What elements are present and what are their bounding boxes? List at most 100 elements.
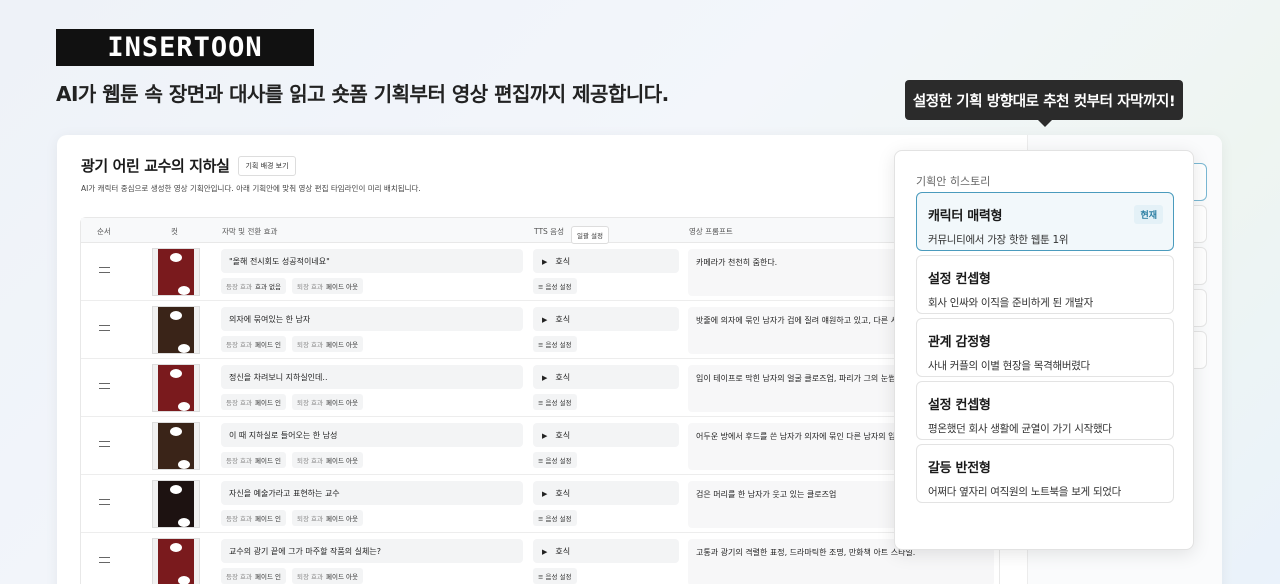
- play-icon[interactable]: ▶: [542, 258, 547, 266]
- tagline: AI가 웹툰 속 장면과 대사를 읽고 숏폼 기획부터 영상 편집까지 제공합니…: [56, 82, 669, 106]
- enter-effect-select[interactable]: 등장 효과 페이드 인: [221, 568, 286, 584]
- enter-effect-label: 등장 효과: [226, 341, 252, 349]
- webtoon-panel-image: [158, 539, 194, 584]
- subtitle-input[interactable]: 이 때 지하실로 들어오는 한 남성: [221, 423, 523, 447]
- cut-thumbnail[interactable]: [152, 422, 200, 470]
- table-row: "올해 전시회도 성공적이네요" 등장 효과 효과 없음 퇴장 효과 페이드 아웃 ▶ 호식…: [81, 243, 999, 301]
- cut-thumbnail[interactable]: [152, 306, 200, 354]
- voice-setting-button[interactable]: ≡ 음성 설정: [533, 278, 577, 294]
- history-item-name: 설정 컨셉형: [928, 272, 991, 287]
- voice-setting-label: 음성 설정: [545, 573, 572, 581]
- table-row: 자신을 예술가라고 표현하는 교수등장 효과 페이드 인 퇴장 효과 페이드 아웃 ▶ 호…: [81, 475, 999, 533]
- tts-player[interactable]: ▶ 호식: [533, 307, 679, 331]
- tts-player[interactable]: ▶ 호식: [533, 365, 679, 389]
- cut-thumbnail[interactable]: [152, 248, 200, 296]
- voice-setting-button[interactable]: ≡ 음성 설정: [533, 568, 577, 584]
- webtoon-panel-image: [158, 423, 194, 469]
- project-title-row: 광기 어린 교수의 지하실 기획 배경 보기: [81, 155, 296, 176]
- enter-effect-value: 페이드 인: [255, 399, 281, 407]
- exit-effect-value: 페이드 아웃: [326, 573, 358, 581]
- header-subtitle: 자막 및 전환 효과: [222, 227, 278, 236]
- voice-setting-button[interactable]: ≡ 음성 설정: [533, 336, 577, 352]
- subtitle-input[interactable]: 교수의 광기 끝에 그가 마주할 작품의 실체는?: [221, 539, 523, 563]
- drag-handle-icon[interactable]: [99, 499, 110, 505]
- cut-thumbnail[interactable]: [152, 480, 200, 528]
- voice-setting-label: 음성 설정: [545, 515, 572, 523]
- exit-effect-select[interactable]: 퇴장 효과 페이드 아웃: [292, 336, 363, 352]
- history-item[interactable]: 갈등 반전형 어쩌다 옆자리 여직원의 노트북을 보게 되었다: [916, 444, 1174, 503]
- enter-effect-select[interactable]: 등장 효과 효과 없음: [221, 278, 286, 294]
- history-item[interactable]: 캐릭터 매력형 커뮤니티에서 가장 핫한 웹툰 1위 현재: [916, 192, 1174, 251]
- tts-player[interactable]: ▶ 호식: [533, 249, 679, 273]
- enter-effect-value: 페이드 인: [255, 515, 281, 523]
- exit-effect-value: 페이드 아웃: [326, 399, 358, 407]
- effect-row: 등장 효과 페이드 인 퇴장 효과 페이드 아웃: [221, 394, 363, 410]
- play-icon[interactable]: ▶: [542, 548, 547, 556]
- tts-player[interactable]: ▶ 호식: [533, 481, 679, 505]
- voice-name: 호식: [555, 547, 571, 556]
- exit-effect-select[interactable]: 퇴장 효과 페이드 아웃: [292, 394, 363, 410]
- enter-effect-select[interactable]: 등장 효과 페이드 인: [221, 452, 286, 468]
- voice-setting-label: 음성 설정: [545, 457, 572, 465]
- cut-thumbnail[interactable]: [152, 364, 200, 412]
- insertoon-logo: INSERTOON: [56, 29, 314, 66]
- drag-handle-icon[interactable]: [99, 383, 110, 389]
- history-item-subtitle: 사내 커플의 이별 현장을 목격해버렸다: [928, 360, 1090, 372]
- drag-handle-icon[interactable]: [99, 441, 110, 447]
- table-row: 교수의 광기 끝에 그가 마주할 작품의 실체는? 등장 효과 페이드 인 퇴장 효과…: [81, 533, 999, 584]
- play-icon[interactable]: ▶: [542, 490, 547, 498]
- effect-row: 등장 효과 페이드 인 퇴장 효과 페이드 아웃: [221, 510, 363, 526]
- exit-effect-select[interactable]: 퇴장 효과 페이드 아웃: [292, 278, 363, 294]
- enter-effect-label: 등장 효과: [226, 515, 252, 523]
- webtoon-panel-image: [158, 365, 194, 411]
- drag-handle-icon[interactable]: [99, 267, 110, 273]
- tts-player[interactable]: ▶ 호식: [533, 423, 679, 447]
- tts-player[interactable]: ▶ 호식: [533, 539, 679, 563]
- voice-setting-button[interactable]: ≡ 음성 설정: [533, 394, 577, 410]
- play-icon[interactable]: ▶: [542, 432, 547, 440]
- header-prompt: 영상 프롬프트: [689, 227, 733, 236]
- voice-setting-button[interactable]: ≡ 음성 설정: [533, 452, 577, 468]
- table-row: 의자에 묶여있는 한 남자등장 효과 페이드 인 퇴장 효과 페이드 아웃 ▶ 호식 ≡ 음…: [81, 301, 999, 359]
- exit-effect-value: 페이드 아웃: [326, 457, 358, 465]
- webtoon-panel-image: [158, 481, 194, 527]
- history-item[interactable]: 관계 감정형 사내 커플의 이별 현장을 목격해버렸다: [916, 318, 1174, 377]
- subtitle-input[interactable]: 자신을 예술가라고 표현하는 교수: [221, 481, 523, 505]
- effect-row: 등장 효과 페이드 인 퇴장 효과 페이드 아웃: [221, 568, 363, 584]
- exit-effect-label: 퇴장 효과: [297, 573, 323, 581]
- webtoon-panel-image: [158, 249, 194, 295]
- drag-handle-icon[interactable]: [99, 557, 110, 563]
- exit-effect-value: 페이드 아웃: [326, 283, 358, 291]
- subtitle-input[interactable]: "올해 전시회도 성공적이네요": [221, 249, 523, 273]
- enter-effect-label: 등장 효과: [226, 399, 252, 407]
- drag-handle-icon[interactable]: [99, 325, 110, 331]
- bulk-setting-button[interactable]: 일괄 설정: [571, 226, 609, 244]
- enter-effect-select[interactable]: 등장 효과 페이드 인: [221, 394, 286, 410]
- play-icon[interactable]: ▶: [542, 316, 547, 324]
- enter-effect-value: 페이드 인: [255, 341, 281, 349]
- enter-effect-value: 페이드 인: [255, 573, 281, 581]
- voice-setting-button[interactable]: ≡ 음성 설정: [533, 510, 577, 526]
- enter-effect-label: 등장 효과: [226, 283, 252, 291]
- history-item[interactable]: 설정 컨셉형 회사 인싸와 이직을 준비하게 된 개발자: [916, 255, 1174, 314]
- history-item[interactable]: 설정 컨셉형 평온했던 회사 생활에 균열이 가기 시작했다: [916, 381, 1174, 440]
- play-icon[interactable]: ▶: [542, 374, 547, 382]
- effect-row: 등장 효과 효과 없음 퇴장 효과 페이드 아웃: [221, 278, 363, 294]
- history-item-name: 갈등 반전형: [928, 461, 991, 476]
- voice-setting-label: 음성 설정: [545, 399, 572, 407]
- header-cut: 컷: [171, 227, 178, 236]
- exit-effect-label: 퇴장 효과: [297, 399, 323, 407]
- subtitle-input[interactable]: 정신을 차려보니 지하실인데..: [221, 365, 523, 389]
- equalizer-icon: ≡: [538, 341, 546, 349]
- cut-thumbnail[interactable]: [152, 538, 200, 584]
- subtitle-input[interactable]: 의자에 묶여있는 한 남자: [221, 307, 523, 331]
- exit-effect-select[interactable]: 퇴장 효과 페이드 아웃: [292, 452, 363, 468]
- view-background-button[interactable]: 기획 배경 보기: [238, 155, 296, 176]
- equalizer-icon: ≡: [538, 399, 546, 407]
- voice-name: 호식: [555, 489, 571, 498]
- exit-effect-select[interactable]: 퇴장 효과 페이드 아웃: [292, 568, 363, 584]
- enter-effect-select[interactable]: 등장 효과 페이드 인: [221, 336, 286, 352]
- enter-effect-select[interactable]: 등장 효과 페이드 인: [221, 510, 286, 526]
- exit-effect-value: 페이드 아웃: [326, 515, 358, 523]
- exit-effect-select[interactable]: 퇴장 효과 페이드 아웃: [292, 510, 363, 526]
